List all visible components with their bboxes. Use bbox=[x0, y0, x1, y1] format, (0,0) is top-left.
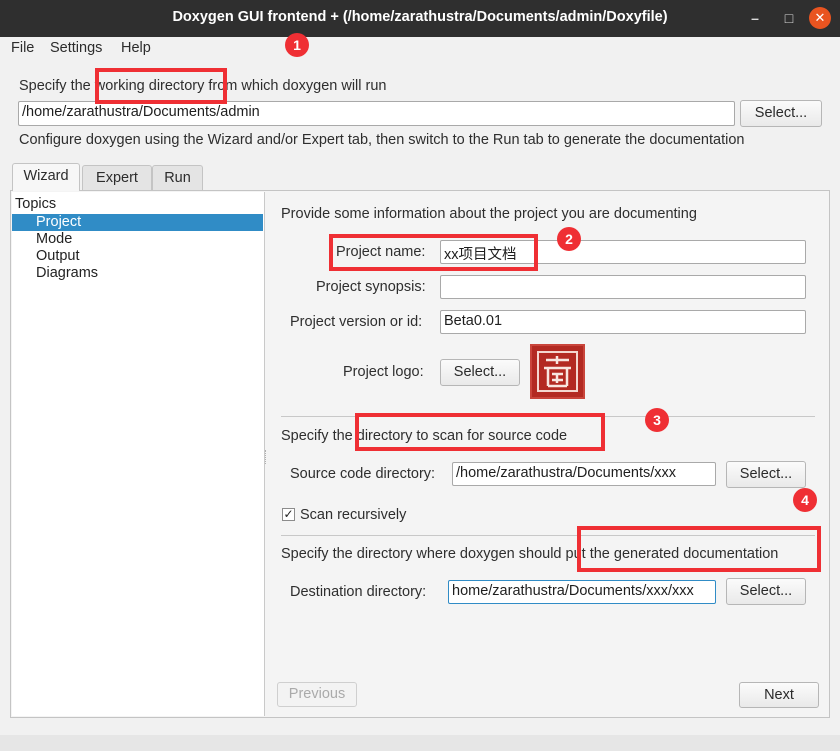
menu-bar: File Settings Help bbox=[0, 37, 840, 61]
title-bar: Doxygen GUI frontend + (/home/zarathustr… bbox=[0, 0, 840, 37]
topics-header: Topics bbox=[15, 196, 57, 212]
destination-select-button[interactable]: Select... bbox=[726, 578, 806, 605]
splitter-handle[interactable] bbox=[265, 450, 268, 464]
status-strip bbox=[0, 735, 840, 751]
menu-file[interactable]: File bbox=[11, 40, 34, 56]
project-synopsis-input[interactable] bbox=[440, 275, 806, 299]
project-logo-label: Project logo: bbox=[343, 364, 424, 380]
next-button[interactable]: Next bbox=[739, 682, 819, 708]
highlight-box-working-directory bbox=[95, 68, 227, 104]
scan-recursive-checkbox[interactable]: ✓ bbox=[282, 508, 295, 521]
highlight-box-source-directory bbox=[355, 413, 605, 451]
minimize-icon[interactable]: – bbox=[744, 7, 766, 29]
topic-item-output[interactable]: Output bbox=[12, 248, 263, 265]
window-title: Doxygen GUI frontend + (/home/zarathustr… bbox=[172, 9, 668, 25]
source-dir-label: Source code directory: bbox=[290, 466, 436, 482]
topic-item-diagrams[interactable]: Diagrams bbox=[12, 265, 263, 282]
annotation-badge: 3 bbox=[645, 408, 669, 432]
destination-dir-input[interactable]: home/zarathustra/Documents/xxx/xxx bbox=[448, 580, 716, 604]
workdir-hint: Configure doxygen using the Wizard and/o… bbox=[19, 132, 745, 148]
project-version-input[interactable]: Beta0.01 bbox=[440, 310, 806, 334]
maximize-icon[interactable]: □ bbox=[778, 7, 800, 29]
annotation-badge: 2 bbox=[557, 227, 581, 251]
source-select-button[interactable]: Select... bbox=[726, 461, 806, 488]
workdir-select-button[interactable]: Select... bbox=[740, 100, 822, 127]
menu-settings[interactable]: Settings bbox=[50, 40, 102, 56]
tab-wizard[interactable]: Wizard bbox=[12, 163, 80, 191]
project-synopsis-label: Project synopsis: bbox=[316, 279, 426, 295]
source-dir-input[interactable]: /home/zarathustra/Documents/xxx bbox=[452, 462, 716, 486]
workdir-input[interactable]: /home/zarathustra/Documents/admin bbox=[18, 101, 735, 126]
project-logo-select-button[interactable]: Select... bbox=[440, 359, 520, 386]
menu-help[interactable]: Help bbox=[121, 40, 151, 56]
topic-item-mode[interactable]: Mode bbox=[12, 231, 263, 248]
destination-dir-label: Destination directory: bbox=[290, 584, 427, 600]
scan-recursive-label[interactable]: Scan recursively bbox=[300, 507, 406, 523]
highlight-box-output-directory bbox=[577, 526, 821, 572]
project-intro: Provide some information about the proje… bbox=[281, 206, 697, 222]
tab-expert[interactable]: Expert bbox=[82, 165, 152, 190]
topic-item-project[interactable]: Project bbox=[12, 214, 263, 231]
project-logo-image bbox=[530, 344, 585, 399]
close-icon[interactable]: ✕ bbox=[809, 7, 831, 29]
tab-run[interactable]: Run bbox=[152, 165, 203, 190]
project-version-label: Project version or id: bbox=[290, 314, 423, 330]
annotation-badge: 4 bbox=[793, 488, 817, 512]
annotation-badge: 1 bbox=[285, 33, 309, 57]
previous-button[interactable]: Previous bbox=[277, 682, 357, 707]
seal-icon bbox=[537, 351, 578, 392]
highlight-box-project-name bbox=[329, 234, 538, 271]
